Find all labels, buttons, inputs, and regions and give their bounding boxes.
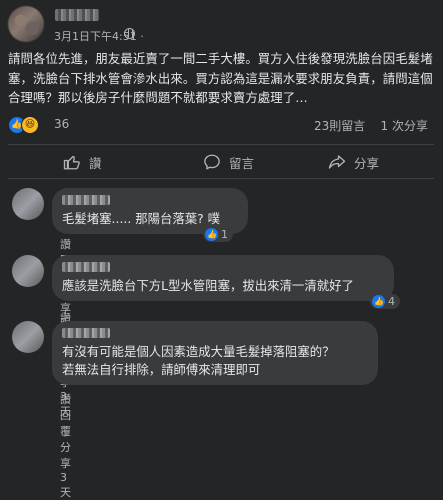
reaction-summary[interactable]: 👍 😆 36 23則留言 1 次分享 (8, 115, 438, 134)
comment-like-badge[interactable]: 4 (370, 294, 400, 309)
comment-icon (203, 153, 221, 171)
comment-time[interactable]: 3天 (60, 471, 71, 499)
commenter-avatar[interactable] (12, 188, 44, 220)
commenter-avatar[interactable] (12, 255, 44, 287)
like-reaction-icon (205, 228, 218, 241)
comment-bubble: 應該是洗臉台下方L型水管阻塞，拔出來清一清就好了 (52, 255, 394, 301)
commenter-name-blurred[interactable] (62, 262, 110, 272)
share-count[interactable]: 1 次分享 (381, 119, 428, 133)
comment-like-count: 4 (388, 295, 395, 308)
poster-avatar[interactable] (8, 6, 44, 42)
like-label: 讚 (89, 155, 102, 171)
comment-meta: 讚 回覆 分享 3天 (60, 391, 82, 500)
haha-reaction-icon: 😆 (21, 116, 39, 134)
comment-share-link[interactable]: 分享 (60, 441, 71, 470)
post-body: 請問各位先進，朋友最近賣了一間二手大樓。買方入住後發現洗臉台因毛髮堵塞，洗臉台下… (8, 51, 433, 105)
comment-text: 應該是洗臉台下方L型水管阻塞，拔出來清一清就好了 (62, 278, 354, 293)
reaction-count[interactable]: 36 (54, 117, 69, 131)
commenter-name-blurred[interactable] (62, 328, 110, 338)
share-button[interactable]: 分享 (328, 148, 379, 176)
comment-count[interactable]: 23則留言 (314, 119, 365, 133)
comment-text: 毛髮堵塞..... 那陽台落葉? 噗 (62, 211, 221, 226)
like-button[interactable]: 讚 (63, 148, 102, 176)
comment-button[interactable]: 留言 (203, 148, 254, 176)
commenter-avatar[interactable] (12, 321, 44, 353)
like-reaction-icon (372, 295, 385, 308)
comment-text-line-2: 若無法自行排除，請師傅來清理即可 (62, 362, 261, 377)
share-label: 分享 (354, 155, 380, 171)
comment-like-count: 1 (221, 228, 228, 241)
like-icon (63, 153, 81, 171)
share-icon (328, 153, 346, 171)
comment-bubble: 有沒有可能是個人因素造成大量毛髮掉落阻塞的？ 若無法自行排除，請師傅來清理即可 (52, 321, 378, 385)
comment-text-line-1: 有沒有可能是個人因素造成大量毛髮掉落阻塞的？ (62, 344, 335, 359)
divider (8, 144, 434, 145)
divider (8, 178, 434, 179)
post-header: 3月1日下午4:51 · (8, 6, 438, 46)
engagement-counts: 23則留言 1 次分享 (314, 117, 428, 134)
comment-reply-link[interactable]: 回覆 (60, 409, 71, 438)
comment-like-link[interactable]: 讚 (60, 393, 71, 406)
poster-name-blurred[interactable] (55, 9, 99, 21)
commenter-name-blurred[interactable] (62, 195, 110, 205)
comment-label: 留言 (229, 155, 255, 171)
comment-like-link[interactable]: 讚 (60, 238, 71, 251)
comment-like-badge[interactable]: 1 (203, 227, 233, 242)
globe-icon (124, 28, 135, 39)
action-bar: 讚 留言 分享 (8, 148, 434, 176)
